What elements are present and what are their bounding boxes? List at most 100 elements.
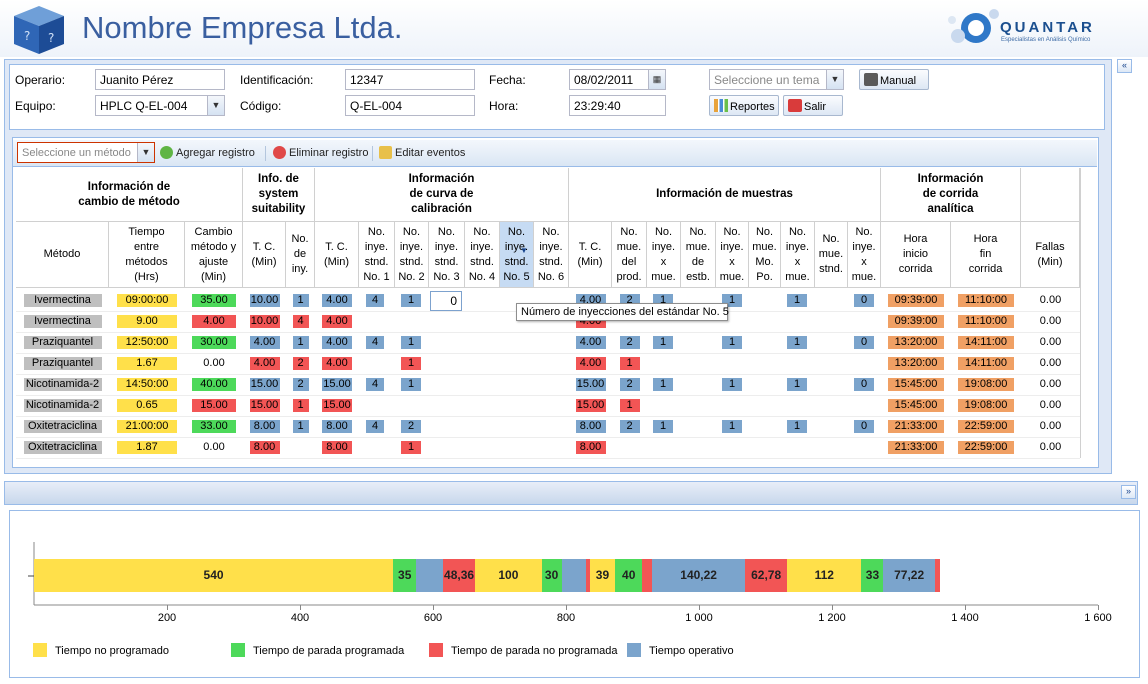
- cell-ss-tc: 4.00: [249, 336, 280, 349]
- hora-input[interactable]: 23:29:40: [569, 95, 666, 116]
- column-header-1[interactable]: Tiempo entre métodos (Hrs): [109, 222, 185, 288]
- group-header-corrida: Información de corrida analítica: [881, 168, 1021, 222]
- cell-ss-iny: 4: [292, 315, 309, 328]
- collapse-down-button[interactable]: »: [1121, 485, 1136, 499]
- column-header-9[interactable]: No. inye. stnd. No. 4: [465, 222, 500, 288]
- chevron-down-icon[interactable]: ▼: [826, 70, 843, 89]
- column-header-21[interactable]: Hora inicio corrida: [881, 222, 951, 288]
- bar-segment[interactable]: 40: [615, 559, 643, 592]
- delete-record-button[interactable]: Eliminar registro: [273, 146, 368, 159]
- column-header-5[interactable]: T. C. (Min): [315, 222, 359, 288]
- group-header-cambio: Información de cambio de método: [16, 168, 243, 222]
- grid-scrollbar[interactable]: [1080, 168, 1081, 458]
- column-header-22[interactable]: Hora fin corrida: [951, 222, 1021, 288]
- cell-fallas: 0.00: [1039, 315, 1062, 327]
- cell-iny-x-mue-stnd: 0: [854, 378, 874, 391]
- reportes-button[interactable]: Reportes: [709, 95, 779, 116]
- bar-segment[interactable]: [934, 559, 941, 592]
- codigo-input[interactable]: Q-EL-004: [345, 95, 475, 116]
- bar-segment[interactable]: [561, 559, 587, 592]
- operario-input[interactable]: Juanito Pérez: [95, 69, 225, 90]
- legend-label: Tiempo no programado: [55, 645, 169, 657]
- cell-mue-prod: 1: [619, 399, 640, 412]
- column-header-14[interactable]: No. inye. x mue.: [647, 222, 681, 288]
- edit-events-button[interactable]: Editar eventos: [379, 146, 465, 159]
- add-record-button[interactable]: Agregar registro: [160, 146, 255, 159]
- bar-segment[interactable]: 540: [34, 559, 394, 592]
- column-header-11[interactable]: No. inye. stnd. No. 6: [534, 222, 569, 288]
- bar-segment[interactable]: 100: [475, 559, 542, 592]
- equipo-select[interactable]: HPLC Q-EL-004 ▼: [95, 95, 225, 116]
- bar-segment[interactable]: 112: [787, 559, 862, 592]
- cell-cambio: 40.00: [192, 378, 236, 391]
- table-row[interactable]: [16, 332, 1080, 333]
- column-header-16[interactable]: No. inye. x mue.: [716, 222, 749, 288]
- column-header-4[interactable]: No. de iny.: [286, 222, 315, 288]
- table-row[interactable]: [16, 437, 1080, 438]
- column-header-15[interactable]: No. mue. de estb.: [681, 222, 716, 288]
- bar-segment[interactable]: 62,78: [745, 559, 787, 592]
- company-logo-icon: ? ?: [14, 6, 64, 54]
- tema-select[interactable]: Seleccione un tema ▼: [709, 69, 844, 90]
- column-header-20[interactable]: No. inye. x mue.: [848, 222, 881, 288]
- collapse-left-button[interactable]: «: [1117, 59, 1132, 73]
- bar-segment[interactable]: [642, 559, 653, 592]
- legend-item[interactable]: Tiempo de parada programada: [231, 643, 404, 657]
- column-header-7[interactable]: No. inye. stnd. No. 2: [395, 222, 429, 288]
- column-header-10[interactable]: No. inye. stnd. No. 5: [500, 222, 534, 288]
- column-header-6[interactable]: No. inye. stnd. No. 1: [359, 222, 395, 288]
- bar-segment[interactable]: 39: [589, 559, 616, 592]
- cell-cc-tc: 4.00: [322, 357, 352, 370]
- manual-button[interactable]: Manual: [859, 69, 929, 90]
- legend-label: Tiempo de parada no programada: [451, 645, 618, 657]
- column-menu-icon[interactable]: ▼: [520, 246, 528, 255]
- bar-segment[interactable]: 77,22: [883, 559, 935, 592]
- bar-segment[interactable]: 33: [861, 559, 884, 592]
- cell-mue-prod: 1: [619, 357, 640, 370]
- table-row[interactable]: [16, 458, 1080, 459]
- metodo-placeholder: Seleccione un método: [22, 147, 131, 159]
- legend-item[interactable]: Tiempo de parada no programada: [429, 643, 618, 657]
- chevron-down-icon[interactable]: ▼: [207, 96, 224, 115]
- column-header-19[interactable]: No. mue. stnd.: [815, 222, 848, 288]
- cell-metodo: Praziquantel: [23, 336, 102, 349]
- table-row[interactable]: [16, 416, 1080, 417]
- cell-fallas: 0.00: [1039, 294, 1062, 306]
- legend-swatch: [627, 643, 641, 657]
- identificacion-input[interactable]: 12347: [345, 69, 475, 90]
- column-header-8[interactable]: No. inye. stnd. No. 3: [429, 222, 465, 288]
- chevron-down-icon[interactable]: ▼: [137, 143, 154, 162]
- bar-segment[interactable]: 140,22: [652, 559, 746, 592]
- legend-item[interactable]: Tiempo operativo: [627, 643, 734, 657]
- column-header-18[interactable]: No. inye. x mue.: [781, 222, 815, 288]
- fecha-input[interactable]: 08/02/2011 ▦: [569, 69, 666, 90]
- cell-stnd-2: 1: [401, 378, 421, 391]
- edit-cell-input[interactable]: 0: [430, 291, 462, 311]
- x-tick-mark: [300, 605, 301, 610]
- column-header-13[interactable]: No. mue. del prod.: [612, 222, 647, 288]
- table-row[interactable]: [16, 395, 1080, 396]
- table-row[interactable]: [16, 374, 1080, 375]
- exit-icon: [788, 99, 802, 112]
- cell-hora-inicio: 13:20:00: [888, 336, 944, 349]
- cell-tiempo: 1.67: [117, 357, 177, 370]
- bar-segment[interactable]: 48,36: [442, 559, 476, 592]
- cell-iny-x-mue-estb: 1: [722, 378, 742, 391]
- metodo-select[interactable]: Seleccione un método ▼: [17, 142, 155, 163]
- legend-item[interactable]: Tiempo no programado: [33, 643, 169, 657]
- column-header-23[interactable]: Fallas (Min): [1021, 222, 1080, 288]
- bar-segment[interactable]: 35: [393, 559, 417, 592]
- bar-segment[interactable]: 30: [541, 559, 562, 592]
- salir-button[interactable]: Salir: [783, 95, 843, 116]
- column-header-2[interactable]: Cambio método y ajuste (Min): [185, 222, 243, 288]
- calendar-icon[interactable]: ▦: [648, 70, 665, 89]
- splitter-bar[interactable]: [4, 481, 1138, 505]
- column-header-12[interactable]: T. C. (Min): [569, 222, 612, 288]
- cell-stnd-1: 4: [366, 420, 384, 433]
- column-header-17[interactable]: No. mue. Mo. Po.: [749, 222, 781, 288]
- plus-icon: [160, 146, 173, 159]
- table-row[interactable]: [16, 353, 1080, 354]
- column-header-3[interactable]: T. C. (Min): [243, 222, 286, 288]
- bar-segment[interactable]: [416, 559, 443, 592]
- column-header-0[interactable]: Método: [16, 222, 109, 288]
